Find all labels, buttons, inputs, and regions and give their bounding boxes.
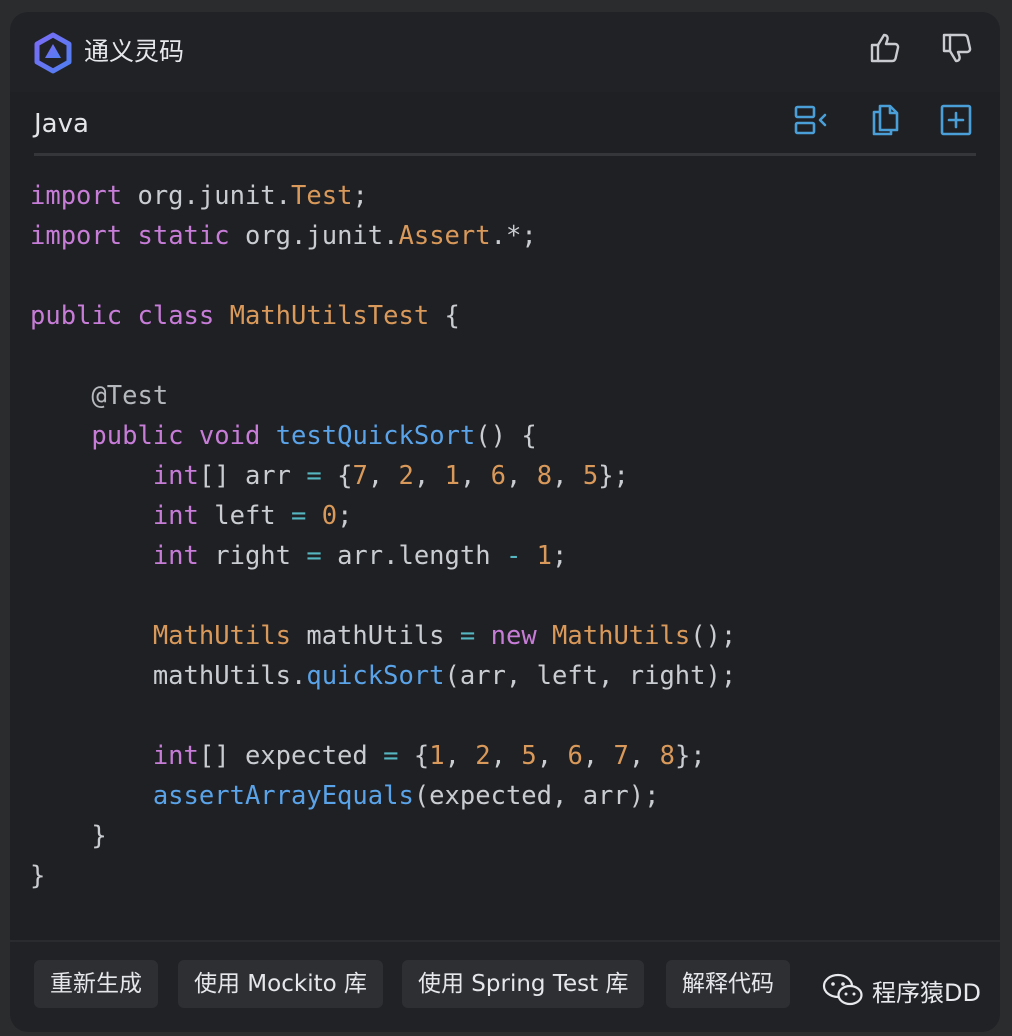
code-content[interactable]: import org.junit.Test; import static org… [30, 176, 736, 896]
code-language-label: Java [34, 109, 89, 139]
footer-divider [10, 940, 1000, 942]
code-line: int[] arr = {7, 2, 1, 6, 8, 5}; [152, 461, 629, 491]
tongyi-lingma-logo-icon [34, 32, 72, 74]
code-line: MathUtils mathUtils = new MathUtils(); [152, 621, 737, 651]
code-line: } [30, 861, 46, 891]
code-line: public class MathUtilsTest { [30, 301, 460, 331]
code-block: Java import org.junit.Test; import stati… [10, 92, 1000, 940]
code-line: @Test [91, 381, 169, 411]
code-line: import static org.junit.Assert.*; [30, 221, 537, 251]
use-mockito-button[interactable]: 使用 Mockito 库 [178, 960, 383, 1008]
use-spring-test-button[interactable]: 使用 Spring Test 库 [402, 960, 645, 1008]
code-line: } [30, 821, 107, 851]
answer-header: 通义灵码 [10, 12, 1000, 92]
watermark-text: 程序猿DD [872, 978, 981, 1007]
thumbs-up-icon[interactable] [866, 30, 902, 66]
thumbs-down-icon[interactable] [938, 30, 974, 66]
code-line: int right = arr.length - 1; [152, 541, 568, 571]
app-title: 通义灵码 [84, 37, 185, 66]
insert-at-cursor-icon[interactable] [792, 102, 828, 138]
code-line: public void testQuickSort() { [91, 421, 537, 451]
watermark: 程序猿DD [822, 970, 981, 1010]
explain-code-button[interactable]: 解释代码 [666, 960, 790, 1008]
code-header-divider [34, 153, 976, 156]
chat-answer-panel: 通义灵码 Java import org.junit.Test; import … [10, 12, 1000, 1032]
code-line: int[] expected = {1, 2, 5, 6, 7, 8}; [152, 741, 706, 771]
wechat-icon [822, 973, 863, 1006]
code-line: assertArrayEquals(expected, arr); [152, 781, 660, 811]
code-line: mathUtils.quickSort(arr, left, right); [30, 661, 737, 691]
copy-icon[interactable] [867, 102, 903, 138]
code-line: import org.junit.Test; [30, 181, 368, 211]
code-line: int left = 0; [152, 501, 353, 531]
new-file-icon[interactable] [938, 102, 974, 138]
regenerate-button[interactable]: 重新生成 [34, 960, 158, 1008]
